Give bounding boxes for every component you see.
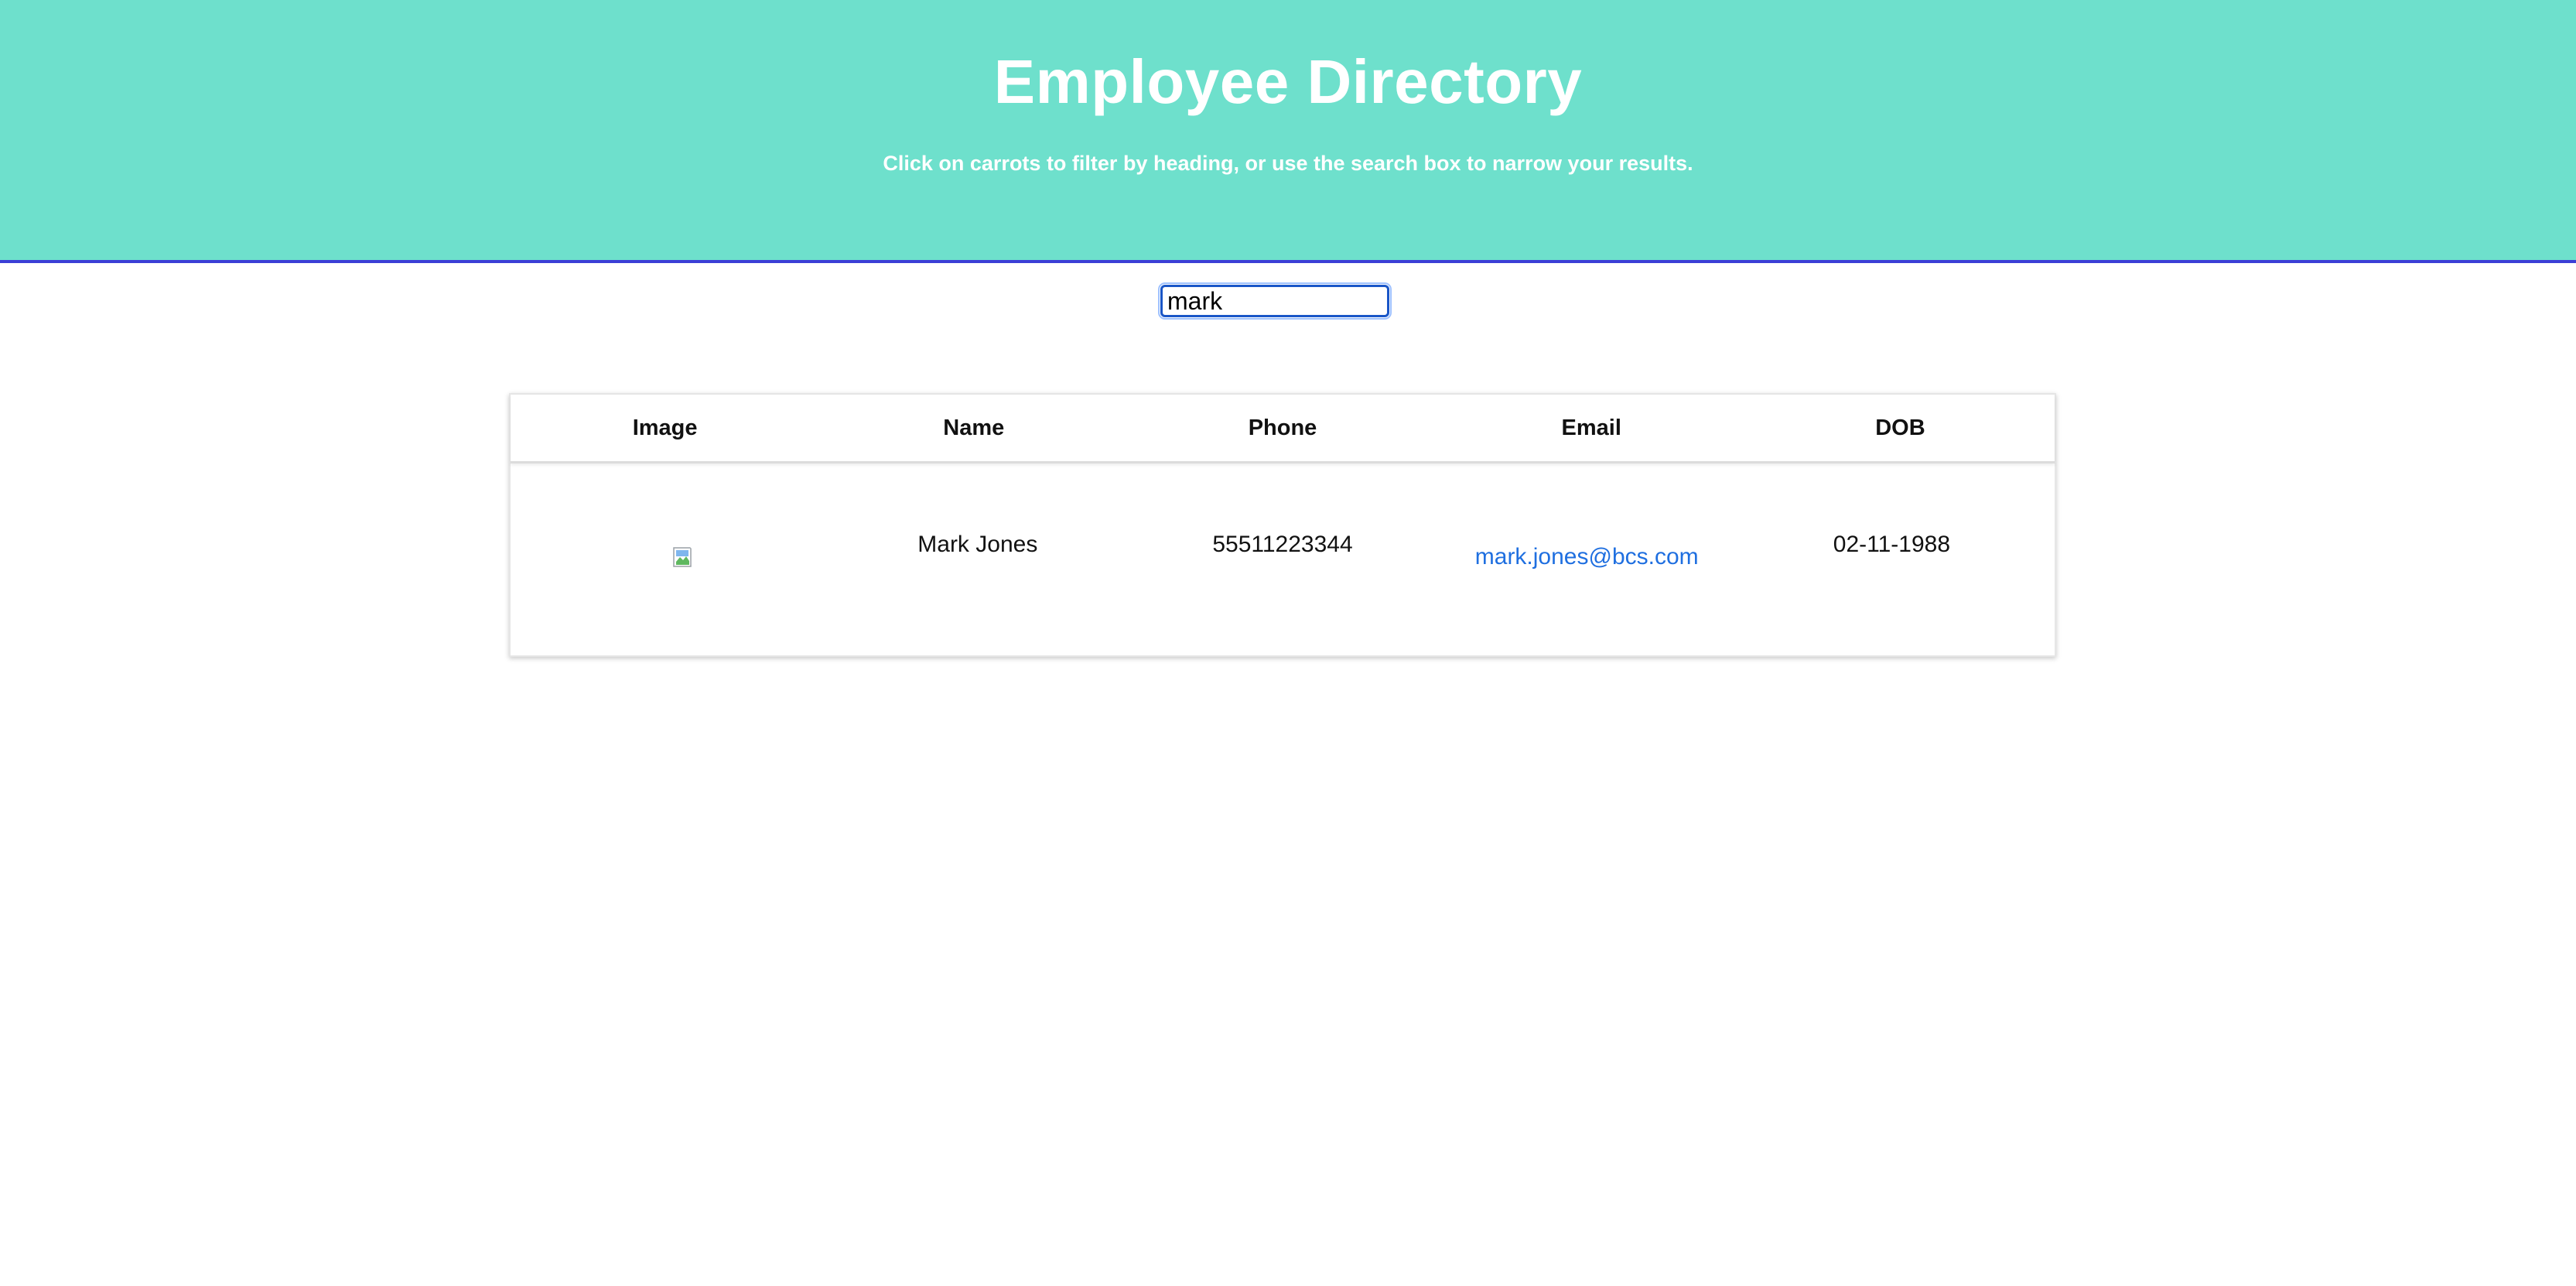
employee-name: Mark Jones [917, 532, 1038, 557]
column-header-phone[interactable]: Phone [1128, 395, 1437, 461]
table-row: Mark Jones 55511223344 mark.jones@bcs.co… [511, 463, 2055, 655]
column-header-dob[interactable]: DOB [1746, 395, 2055, 461]
phone-cell: 55511223344 [1128, 463, 1437, 655]
employee-email-link[interactable]: mark.jones@bcs.com [1428, 544, 1746, 570]
page-subtitle: Click on carrots to filter by heading, o… [883, 152, 1693, 175]
employee-dob: 02-11-1988 [1833, 532, 1951, 557]
search-input[interactable] [1158, 282, 1392, 320]
broken-image-icon [673, 547, 695, 567]
employee-phone: 55511223344 [1212, 532, 1353, 557]
search-container [1158, 282, 1392, 320]
table-header-row: Image Name Phone Email DOB [511, 395, 2055, 463]
page-header: Employee Directory Click on carrots to f… [0, 0, 2576, 263]
column-header-name[interactable]: Name [819, 395, 1128, 461]
column-header-image[interactable]: Image [511, 395, 819, 461]
dob-cell: 02-11-1988 [1746, 463, 2055, 655]
image-cell [511, 463, 819, 655]
email-cell: mark.jones@bcs.com [1437, 463, 1746, 655]
column-header-email[interactable]: Email [1437, 395, 1746, 461]
table-body: Mark Jones 55511223344 mark.jones@bcs.co… [511, 463, 2055, 655]
employee-table: Image Name Phone Email DOB Mark Jones 55… [509, 393, 2056, 657]
page-title: Employee Directory [993, 47, 1583, 116]
name-cell: Mark Jones [819, 463, 1128, 655]
